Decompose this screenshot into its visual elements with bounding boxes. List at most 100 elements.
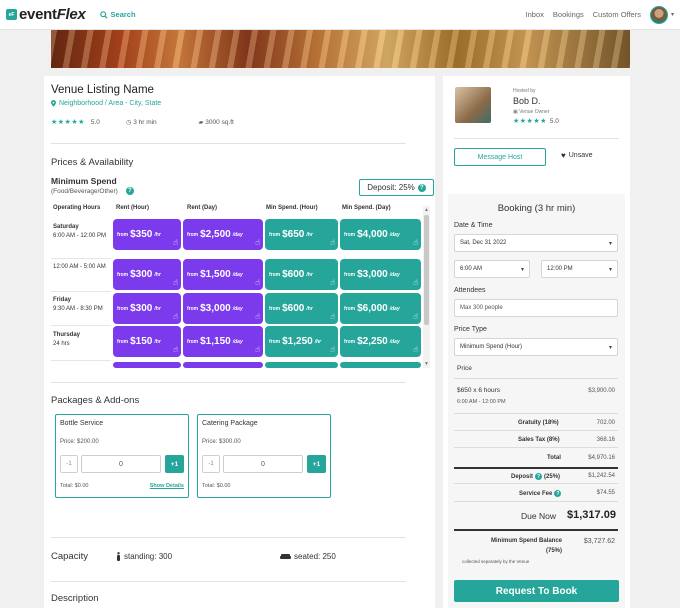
price-label: Price <box>457 365 472 372</box>
help-icon[interactable]: ? <box>125 187 134 195</box>
quantity-input[interactable]: 0 <box>81 455 161 473</box>
decrement-button[interactable]: -1 <box>202 455 220 473</box>
price-cell-min-day[interactable]: from $6,000/day ☝ <box>340 293 421 324</box>
chevron-down-icon[interactable]: ▾ <box>671 11 674 18</box>
price-cell-rent-day[interactable]: from $1,500/day ☝ <box>183 259 263 290</box>
attendees-input[interactable]: Max 300 people <box>454 299 618 317</box>
pointer-hand-icon: ☝ <box>255 312 260 321</box>
packages-section-title: Packages & Add-ons <box>51 395 140 406</box>
decrement-button[interactable]: -1 <box>60 455 78 473</box>
price-cell-min-day[interactable]: from $2,250/day ☝ <box>340 326 421 357</box>
price-cell-rent-day[interactable]: from $1,150/day ☝ <box>183 326 263 357</box>
price-cell-min-hour[interactable]: from $600/hr ☝ <box>265 293 338 324</box>
date-select[interactable]: Sat, Dec 31 2022 ▾ <box>454 234 618 252</box>
row-hours: 9:30 AM - 8:30 PM <box>53 305 103 312</box>
total-value: $4,970.16 <box>588 455 615 461</box>
venue-title: Venue Listing Name <box>51 84 154 96</box>
search-label: Search <box>110 10 136 19</box>
divider <box>454 138 619 139</box>
host-label: Hosted by <box>513 88 536 94</box>
venue-meta: ★★★★★ 5.0 ◷ 3 hr min ▰ 3000 sq.ft <box>51 118 234 127</box>
booking-sidebar: Hosted by Bob D. ▣ Venue Owner ★★★★★ 5.0… <box>443 76 630 608</box>
message-host-button[interactable]: Message Host <box>454 148 546 166</box>
show-details-link[interactable]: Show Details <box>150 483 184 489</box>
price-cell-min-hour[interactable]: from $600/hr ☝ <box>265 259 338 290</box>
start-time-select[interactable]: 6:00 AM ▾ <box>454 260 530 278</box>
service-fee-label-text: Service Fee <box>519 490 553 497</box>
deposit-label-text: Deposit <box>511 473 534 480</box>
user-avatar[interactable] <box>649 5 668 24</box>
increment-button[interactable]: +1 <box>165 455 184 473</box>
price-type-select[interactable]: Minimum Spend (Hour) ▾ <box>454 338 618 356</box>
pointer-hand-icon: ☝ <box>173 238 178 247</box>
package-name: Bottle Service <box>60 420 104 427</box>
nav-link-inbox[interactable]: Inbox <box>526 10 544 19</box>
price-cell-rent-day[interactable]: from $3,000/day ☝ <box>183 293 263 324</box>
price-cell-rent-hour[interactable]: from $350/hr ☝ <box>113 219 181 250</box>
venue-location[interactable]: Neighborhood / Area - City, State <box>51 100 161 107</box>
pointer-hand-icon: ☝ <box>330 312 335 321</box>
attendees-label: Attendees <box>454 287 486 294</box>
price-line: $650 x 6 hours <box>457 387 501 394</box>
table-clip-mask <box>51 368 423 376</box>
deposit-label: Deposit ? (25%) <box>511 473 560 480</box>
price-cell-min-day[interactable]: from $3,000/day ☝ <box>340 259 421 290</box>
package-total: Total: $0.00 <box>202 483 231 489</box>
divider <box>454 447 618 448</box>
divider <box>51 581 406 582</box>
price-cell-rent-day[interactable]: from $2,500/day ☝ <box>183 219 263 250</box>
header-min-hour: Min Spend. (Hour) <box>266 205 318 211</box>
help-icon[interactable]: ? <box>554 490 562 497</box>
scroll-up-icon[interactable]: ▲ <box>424 207 429 213</box>
nav-link-custom-offers[interactable]: Custom Offers <box>593 10 641 19</box>
pointer-hand-icon: ☝ <box>413 278 418 287</box>
nav-search[interactable]: Search <box>99 10 136 19</box>
help-icon[interactable]: ? <box>535 473 543 480</box>
price-type-label: Price Type <box>454 326 487 333</box>
help-icon[interactable]: ? <box>417 183 426 192</box>
row-divider <box>51 258 111 259</box>
package-card: Bottle Service Price: $200.00 -1 0 +1 To… <box>55 414 189 498</box>
price-cell-rent-hour[interactable]: from $300/hr ☝ <box>113 259 181 290</box>
pointer-hand-icon: ☝ <box>255 278 260 287</box>
divider <box>51 537 406 538</box>
request-to-book-button[interactable]: Request To Book <box>454 580 619 602</box>
divider <box>51 382 406 383</box>
scroll-down-icon[interactable]: ▼ <box>424 361 429 367</box>
price-cell-min-hour[interactable]: from $1,250/hr ☝ <box>265 326 338 357</box>
search-icon <box>99 10 108 19</box>
row-day: Thursday <box>53 332 81 338</box>
nav-link-bookings[interactable]: Bookings <box>553 10 584 19</box>
header-min-day: Min Spend. (Day) <box>342 205 391 211</box>
end-time-select[interactable]: 12:00 PM ▾ <box>541 260 618 278</box>
pointer-hand-icon: ☝ <box>413 312 418 321</box>
unsave-button[interactable]: ♥ Unsave <box>561 151 592 160</box>
min-spend-subtitle: (Food/Beverage/Other) ? <box>51 187 134 195</box>
gratuity-label: Gratuity (18%) <box>518 420 559 426</box>
divider <box>51 143 406 144</box>
price-cell-min-day[interactable]: from $4,000/day ☝ <box>340 219 421 250</box>
logo[interactable]: eF eventFlex <box>6 6 86 23</box>
due-now-label: Due Now <box>521 511 556 521</box>
divider <box>454 413 618 414</box>
booking-widget: Booking (3 hr min) Date & Time Sat, Dec … <box>448 194 625 608</box>
quantity-input[interactable]: 0 <box>223 455 303 473</box>
divider-strong <box>454 529 618 531</box>
pointer-hand-icon: ☝ <box>255 345 260 354</box>
price-table-scrollbar[interactable]: ▲ ▼ <box>423 206 430 368</box>
min-hours: 3 hr min <box>133 118 157 126</box>
scroll-thumb[interactable] <box>424 215 429 325</box>
chevron-down-icon: ▾ <box>608 266 612 273</box>
price-cell-rent-hour[interactable]: from $150/hr ☝ <box>113 326 181 357</box>
service-fee-label: Service Fee ? <box>519 490 562 497</box>
heart-icon: ♥ <box>561 151 566 160</box>
divider <box>454 483 618 484</box>
host-name[interactable]: Bob D. <box>513 96 541 106</box>
host-photo[interactable] <box>455 87 491 123</box>
balance-note: collected separately by the Venue <box>462 559 530 564</box>
attendees-placeholder: Max 300 people <box>460 305 503 311</box>
price-cell-min-hour[interactable]: from $650/hr ☝ <box>265 219 338 250</box>
capacity-standing: standing: 300 <box>116 552 172 561</box>
increment-button[interactable]: +1 <box>307 455 326 473</box>
price-cell-rent-hour[interactable]: from $300/hr ☝ <box>113 293 181 324</box>
